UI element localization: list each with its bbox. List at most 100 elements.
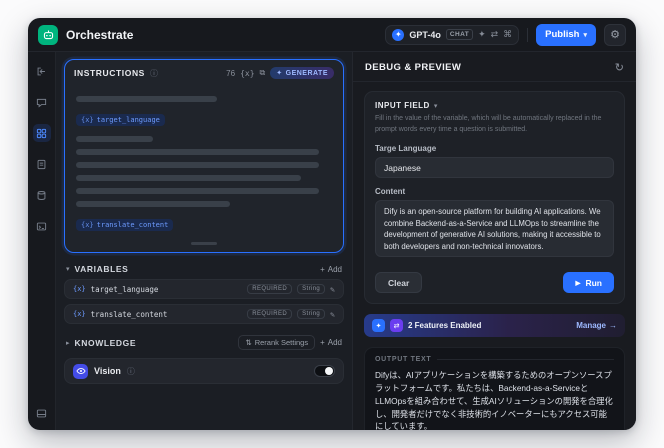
- settings-button[interactable]: ⚙: [604, 23, 626, 46]
- insert-variable-icon[interactable]: {x}: [240, 69, 254, 78]
- add-variable-button[interactable]: + Add: [320, 265, 342, 274]
- type-badge[interactable]: String: [297, 284, 326, 294]
- add-knowledge-button[interactable]: + Add: [320, 338, 342, 347]
- chat-bubble-icon: [36, 98, 47, 107]
- instructions-header: INSTRUCTIONS ⓘ 76 {x} ⧉ ✦ GENERATE: [65, 60, 343, 83]
- resize-handle[interactable]: [191, 242, 217, 245]
- instructions-editor[interactable]: INSTRUCTIONS ⓘ 76 {x} ⧉ ✦ GENERATE {x} t…: [64, 59, 344, 253]
- text-placeholder-line: [76, 162, 320, 168]
- arrow-right-icon: →: [609, 321, 617, 330]
- vision-eye-icon: [73, 363, 88, 379]
- panel-layout-icon: [36, 409, 47, 417]
- output-text: Difyは、AIアプリケーションを構築するためのオープンソースプラットフォームで…: [375, 370, 613, 430]
- edit-icon[interactable]: ✎: [330, 310, 335, 319]
- required-badge: REQUIRED: [247, 309, 293, 319]
- gear-icon: ⚙: [610, 29, 620, 41]
- text-placeholder-line: [76, 188, 320, 194]
- database-icon: [37, 190, 46, 200]
- header-rule: [437, 359, 614, 360]
- variable-name: translate_content: [90, 309, 168, 319]
- play-icon: ▶: [575, 279, 581, 287]
- orchestrate-pane: INSTRUCTIONS ⓘ 76 {x} ⧉ ✦ GENERATE {x} t…: [56, 52, 352, 430]
- vision-feature-card: Vision ⓘ: [64, 358, 344, 384]
- app-body: INSTRUCTIONS ⓘ 76 {x} ⧉ ✦ GENERATE {x} t…: [28, 52, 636, 430]
- prompt-content[interactable]: {x} target_language {x} translate_conten…: [65, 83, 343, 252]
- debug-header: DEBUG & PREVIEW ↻: [353, 52, 636, 82]
- chevron-down-icon: ▾: [433, 102, 438, 110]
- debug-body: INPUT FIELD ▾ Fill in the value of the v…: [353, 82, 636, 430]
- main-area: INSTRUCTIONS ⓘ 76 {x} ⧉ ✦ GENERATE {x} t…: [56, 52, 636, 430]
- target-language-input[interactable]: [375, 157, 614, 178]
- variable-name: target_language: [90, 284, 159, 294]
- swap-model-icon[interactable]: ⇄: [491, 30, 499, 39]
- variables-section-header: ▾ VARIABLES + Add: [66, 264, 342, 274]
- manage-label: Manage: [576, 321, 606, 330]
- variable-chip-target-language[interactable]: {x} target_language: [76, 114, 165, 126]
- variable-row-target-language[interactable]: {x} target_language REQUIRED String ✎: [64, 279, 344, 299]
- debug-title: DEBUG & PREVIEW: [365, 62, 462, 73]
- variable-token-icon: {x}: [73, 285, 86, 293]
- model-provider-icon: ✦: [392, 28, 405, 41]
- publish-button[interactable]: Publish ▾: [536, 23, 596, 46]
- plus-icon: +: [320, 264, 325, 274]
- variables-title: VARIABLES: [74, 264, 129, 274]
- text-placeholder-line: [76, 96, 217, 102]
- add-label: Add: [327, 338, 342, 347]
- run-button[interactable]: ▶ Run: [563, 272, 614, 293]
- sidebar-item-orchestrate[interactable]: [32, 124, 51, 142]
- target-language-label: Targe Language: [375, 144, 437, 153]
- vision-label: Vision: [94, 366, 121, 376]
- info-icon: ⓘ: [149, 68, 158, 78]
- document-icon: [37, 159, 46, 169]
- chevron-down-icon: ▾: [583, 31, 587, 39]
- topbar-divider: [527, 27, 529, 42]
- input-field-description: Fill in the value of the variable, which…: [375, 115, 602, 133]
- variable-chip-translate-content[interactable]: {x} translate_content: [76, 219, 174, 231]
- variable-token-icon: {x}: [81, 221, 94, 229]
- vision-toggle[interactable]: [314, 365, 335, 377]
- run-label: Run: [585, 277, 602, 288]
- features-count-label: 2 Features Enabled: [408, 321, 482, 330]
- sidebar-item-chat[interactable]: [33, 93, 51, 111]
- apps-grid-icon: [36, 128, 47, 138]
- sidebar-item-terminal[interactable]: [33, 217, 51, 235]
- refresh-icon[interactable]: ↻: [615, 61, 624, 74]
- clear-button[interactable]: Clear: [375, 272, 423, 293]
- sidebar-item-back[interactable]: [33, 62, 51, 80]
- chevron-right-icon[interactable]: ▸: [66, 339, 70, 347]
- text-placeholder-line: [76, 201, 230, 207]
- shortcut-icon[interactable]: ⌘: [503, 30, 512, 39]
- page-title: Orchestrate: [66, 27, 134, 42]
- sidebar-item-document[interactable]: [33, 155, 51, 173]
- variable-token-icon: {x}: [73, 310, 86, 318]
- chevron-down-icon[interactable]: ▾: [66, 265, 70, 273]
- debug-preview-pane: DEBUG & PREVIEW ↻ INPUT FIELD ▾ Fill in …: [352, 52, 636, 430]
- sparkle-icon: ✦: [276, 70, 283, 77]
- edit-icon[interactable]: ✎: [330, 285, 335, 294]
- input-field-header[interactable]: INPUT FIELD ▾: [375, 101, 614, 110]
- content-label: Content: [375, 187, 406, 196]
- model-selector[interactable]: ✦ GPT-4o CHAT ✦ ⇄ ⌘: [385, 24, 520, 45]
- variable-token-icon: {x}: [81, 116, 94, 124]
- sparkle-icon[interactable]: ✦: [478, 30, 486, 39]
- feature-icon-translate: ✦: [372, 319, 385, 332]
- manage-features-button[interactable]: Manage →: [576, 321, 617, 330]
- generate-button[interactable]: ✦ GENERATE: [270, 67, 334, 79]
- app-logo-icon[interactable]: [38, 24, 58, 45]
- copy-icon[interactable]: ⧉: [260, 68, 266, 78]
- sidebar-item-panel[interactable]: [33, 404, 51, 422]
- rerank-label: Rerank Settings: [254, 338, 309, 347]
- variable-chip-label: translate_content: [96, 221, 169, 229]
- output-card: OUTPUT TEXT Difyは、AIアプリケーションを構築するためのオープン…: [364, 347, 625, 430]
- sidebar-item-dataset[interactable]: [33, 186, 51, 204]
- rerank-settings-button[interactable]: ⇅ Rerank Settings: [238, 335, 316, 350]
- instructions-title: INSTRUCTIONS: [74, 68, 145, 78]
- content-textarea[interactable]: Dify is an open-source platform for buil…: [375, 200, 614, 257]
- type-badge[interactable]: String: [297, 309, 326, 319]
- app-window: Orchestrate ✦ GPT-4o CHAT ✦ ⇄ ⌘ Publish …: [28, 18, 636, 430]
- model-mode-badge: CHAT: [445, 29, 474, 40]
- generate-label: GENERATE: [285, 69, 328, 77]
- variable-row-translate-content[interactable]: {x} translate_content REQUIRED String ✎: [64, 304, 344, 324]
- text-placeholder-line: [76, 136, 153, 142]
- top-bar: Orchestrate ✦ GPT-4o CHAT ✦ ⇄ ⌘ Publish …: [28, 18, 636, 52]
